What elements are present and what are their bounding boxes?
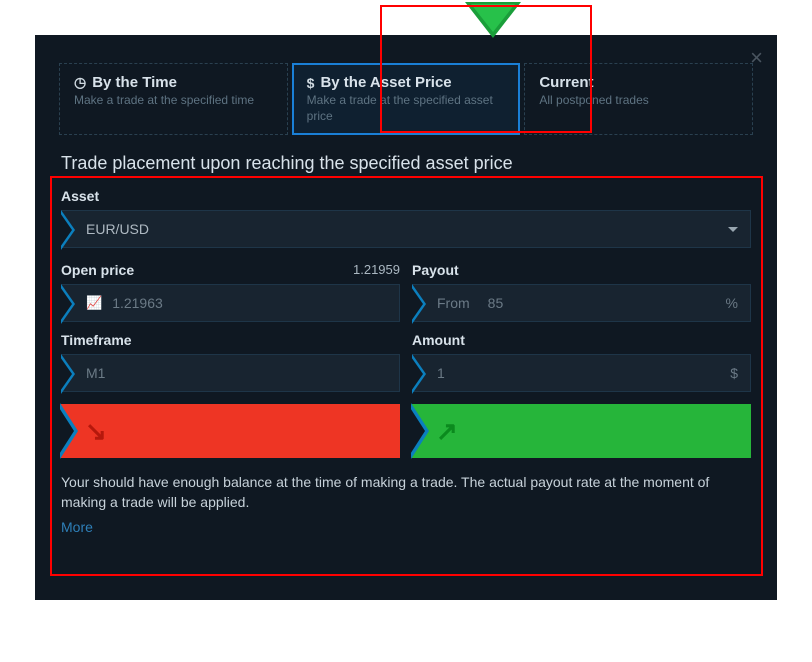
amount-value: 1 [437, 365, 445, 381]
amount-unit: $ [730, 365, 738, 381]
payout-input[interactable]: From 85 % [412, 284, 751, 322]
chevron-down-icon [728, 227, 738, 232]
chevron-right-icon [412, 354, 426, 394]
chevron-right-icon [61, 354, 75, 394]
dollar-icon: $ [307, 75, 315, 91]
chevron-right-icon [61, 210, 75, 250]
more-link[interactable]: More [61, 519, 93, 535]
payout-label: Payout [412, 262, 751, 278]
tab-by-asset-price[interactable]: $ By the Asset Price Make a trade at the… [292, 63, 521, 135]
tab-by-time-desc: Make a trade at the specified time [74, 93, 273, 109]
chevron-right-icon [411, 403, 429, 459]
asset-label: Asset [61, 188, 751, 204]
buy-button[interactable]: ↗ [412, 404, 751, 458]
trade-dialog: × ◷ By the Time Make a trade at the spec… [35, 35, 777, 600]
tab-by-time[interactable]: ◷ By the Time Make a trade at the specif… [59, 63, 288, 135]
open-price-input[interactable]: 📈 1.21963 [61, 284, 400, 322]
tab-current-desc: All postponed trades [539, 93, 738, 109]
amount-label: Amount [412, 332, 751, 348]
timeframe-label: Timeframe [61, 332, 400, 348]
clock-icon: ◷ [74, 74, 86, 91]
asset-value: EUR/USD [86, 221, 149, 237]
tab-by-time-label: By the Time [92, 74, 177, 91]
open-price-label: Open price 1.21959 [61, 262, 400, 278]
amount-input[interactable]: 1 $ [412, 354, 751, 392]
asset-select[interactable]: EUR/USD [61, 210, 751, 248]
tab-by-asset-price-desc: Make a trade at the specified asset pric… [307, 93, 506, 124]
balance-note: Your should have enough balance at the t… [61, 472, 751, 513]
chevron-right-icon [60, 403, 78, 459]
tab-current-label: Current [539, 74, 593, 91]
sell-button[interactable]: ↘ [61, 404, 400, 458]
payout-prefix: From [437, 295, 470, 311]
chart-icon: 📈 [86, 295, 102, 311]
tab-current[interactable]: Current All postponed trades [524, 63, 753, 135]
open-price-hint: 1.21959 [353, 262, 400, 278]
tab-by-asset-price-label: By the Asset Price [320, 74, 451, 91]
timeframe-select[interactable]: M1 [61, 354, 400, 392]
open-price-value: 1.21963 [112, 295, 163, 311]
chevron-right-icon [412, 284, 426, 324]
timeframe-value: M1 [86, 365, 105, 381]
chevron-right-icon [61, 284, 75, 324]
trade-form: Asset EUR/USD Open price 1.21959 📈 1.219… [59, 184, 753, 541]
arrow-down-right-icon: ↘ [85, 416, 107, 447]
section-title: Trade placement upon reaching the specif… [59, 153, 753, 174]
mode-tabs: ◷ By the Time Make a trade at the specif… [59, 63, 753, 135]
payout-unit: % [726, 295, 738, 311]
pointer-triangle-icon [465, 2, 521, 38]
arrow-up-right-icon: ↗ [436, 416, 458, 447]
close-icon[interactable]: × [750, 45, 763, 71]
payout-value: 85 [488, 295, 504, 311]
open-price-label-text: Open price [61, 262, 134, 278]
